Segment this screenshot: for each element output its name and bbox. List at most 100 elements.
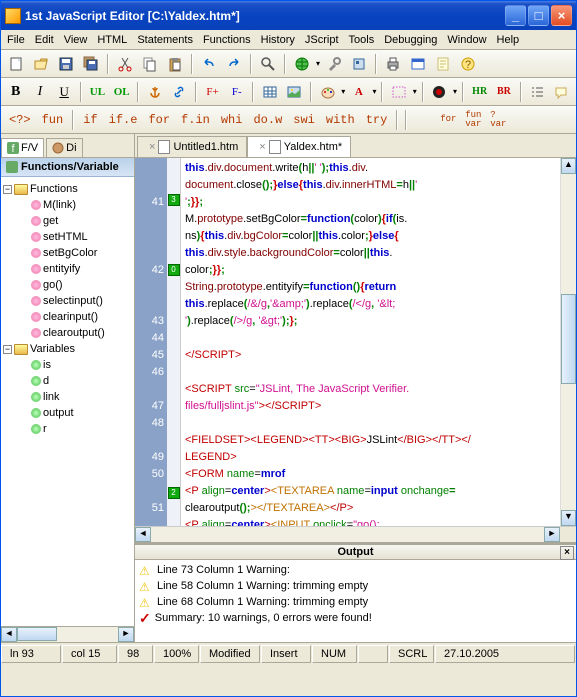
underline-button[interactable]: U: [54, 81, 75, 103]
tree-item[interactable]: output: [3, 405, 132, 421]
tree-item[interactable]: go(): [3, 277, 132, 293]
new-file-icon[interactable]: [5, 53, 27, 75]
form-icon[interactable]: [388, 81, 409, 103]
list-icon[interactable]: [527, 81, 548, 103]
tree-item[interactable]: M(link): [3, 197, 132, 213]
find-icon[interactable]: [257, 53, 279, 75]
menu-help[interactable]: Help: [497, 34, 520, 46]
close-button[interactable]: ×: [551, 5, 572, 26]
hr-icon[interactable]: HR: [469, 81, 490, 103]
font-plus-button[interactable]: F-: [226, 81, 247, 103]
menu-statements[interactable]: Statements: [137, 34, 193, 46]
left-h-scrollbar[interactable]: ◄►: [1, 626, 134, 642]
save-all-icon[interactable]: [80, 53, 102, 75]
snippet-ife[interactable]: if.e: [105, 109, 142, 131]
cut-icon[interactable]: [114, 53, 136, 75]
snippet-dow[interactable]: do.w: [249, 109, 286, 131]
help-icon[interactable]: ?: [457, 53, 479, 75]
menu-debugging[interactable]: Debugging: [384, 34, 437, 46]
minimize-button[interactable]: _: [505, 5, 526, 26]
link-icon[interactable]: [169, 81, 190, 103]
print-icon[interactable]: [382, 53, 404, 75]
code-editor[interactable]: 41 42 43444546 4748 4950 51 52 302 this.…: [135, 158, 576, 526]
undo-icon[interactable]: [198, 53, 220, 75]
menu-window[interactable]: Window: [447, 34, 486, 46]
tree-item[interactable]: setBgColor: [3, 245, 132, 261]
open-icon[interactable]: [30, 53, 52, 75]
snippet-for[interactable]: for: [144, 109, 174, 131]
notes-icon[interactable]: [432, 53, 454, 75]
snippet-fin[interactable]: f.in: [177, 109, 214, 131]
settings-icon[interactable]: [348, 53, 370, 75]
tree-group[interactable]: − Variables: [3, 341, 132, 357]
snippet-with[interactable]: with: [322, 109, 359, 131]
snippet-[interactable]: <?>: [5, 109, 35, 131]
table-icon[interactable]: [259, 81, 280, 103]
snippet-fun[interactable]: fun: [38, 109, 68, 131]
ol-button[interactable]: OL: [111, 81, 132, 103]
tree-item[interactable]: r: [3, 421, 132, 437]
menu-file[interactable]: File: [7, 34, 25, 46]
tree-item[interactable]: clearoutput(): [3, 325, 132, 341]
output-line[interactable]: Line 73 Column 1 Warning: inserting "typ…: [139, 562, 572, 578]
output-line[interactable]: Line 58 Column 1 Warning: trimming empty: [139, 578, 572, 594]
anchor-icon[interactable]: [144, 81, 165, 103]
snippet2[interactable]: [412, 109, 434, 131]
tree-item[interactable]: get: [3, 213, 132, 229]
output-line[interactable]: Line 68 Column 1 Warning: trimming empty: [139, 594, 572, 610]
tab-functions-variables[interactable]: fF/V: [1, 138, 44, 157]
globe-icon[interactable]: [291, 53, 313, 75]
tab-di[interactable]: Di: [46, 138, 82, 157]
snippet2[interactable]: funvar: [462, 109, 484, 131]
menu-tools[interactable]: Tools: [349, 34, 375, 46]
editor-tab[interactable]: ×Yaldex.htm*: [247, 136, 351, 157]
tree-item[interactable]: d: [3, 373, 132, 389]
v-scrollbar[interactable]: ▲▼: [560, 158, 576, 526]
tree-item[interactable]: entityify: [3, 261, 132, 277]
snippet2[interactable]: ?var: [487, 109, 509, 131]
menu-edit[interactable]: Edit: [35, 34, 54, 46]
font-minus-button[interactable]: F+: [202, 81, 223, 103]
snippet-try[interactable]: try: [362, 109, 392, 131]
snippet-whi[interactable]: whi: [217, 109, 247, 131]
menu-history[interactable]: History: [261, 34, 295, 46]
snippet2[interactable]: for: [437, 109, 459, 131]
tools-icon[interactable]: [323, 53, 345, 75]
titlebar[interactable]: 1st JavaScript Editor [C:\Yaldex.htm*] _…: [1, 1, 576, 30]
menu-html[interactable]: HTML: [97, 34, 127, 46]
copy-icon[interactable]: [139, 53, 161, 75]
menu-view[interactable]: View: [64, 34, 88, 46]
browser-icon[interactable]: [407, 53, 429, 75]
ul-button[interactable]: UL: [87, 81, 108, 103]
tree-item[interactable]: setHTML: [3, 229, 132, 245]
tree-group[interactable]: − Functions: [3, 181, 132, 197]
tree-view[interactable]: − Functions M(link) get setHTML setBgCol…: [1, 177, 134, 626]
color-a-icon[interactable]: A: [348, 81, 369, 103]
tab-close-icon[interactable]: ×: [149, 141, 155, 153]
tree-item[interactable]: clearinput(): [3, 309, 132, 325]
code-area[interactable]: this.div.document.write(h||' ');this.div…: [181, 158, 560, 526]
paste-icon[interactable]: [164, 53, 186, 75]
output-body[interactable]: Line 73 Column 1 Warning: inserting "typ…: [135, 560, 576, 642]
tab-close-icon[interactable]: ×: [259, 141, 265, 153]
palette-icon[interactable]: [317, 81, 338, 103]
menu-functions[interactable]: Functions: [203, 34, 251, 46]
editor-h-scrollbar[interactable]: ◄►: [135, 526, 576, 542]
record-icon[interactable]: [429, 81, 450, 103]
menu-jscript[interactable]: JScript: [305, 34, 339, 46]
save-icon[interactable]: [55, 53, 77, 75]
editor-tab[interactable]: ×Untitled1.htm: [137, 136, 247, 157]
snippet-if[interactable]: if: [79, 109, 101, 131]
image-icon[interactable]: [284, 81, 305, 103]
tree-item[interactable]: selectinput(): [3, 293, 132, 309]
tree-item[interactable]: link: [3, 389, 132, 405]
output-line[interactable]: ✓Summary: 10 warnings, 0 errors were fou…: [139, 610, 572, 626]
comment-icon[interactable]: [551, 81, 572, 103]
bold-button[interactable]: B: [5, 81, 26, 103]
output-close-icon[interactable]: ×: [560, 546, 574, 560]
maximize-button[interactable]: □: [528, 5, 549, 26]
italic-button[interactable]: I: [29, 81, 50, 103]
tree-item[interactable]: is: [3, 357, 132, 373]
br-icon[interactable]: BR: [493, 81, 514, 103]
snippet-swi[interactable]: swi: [289, 109, 319, 131]
